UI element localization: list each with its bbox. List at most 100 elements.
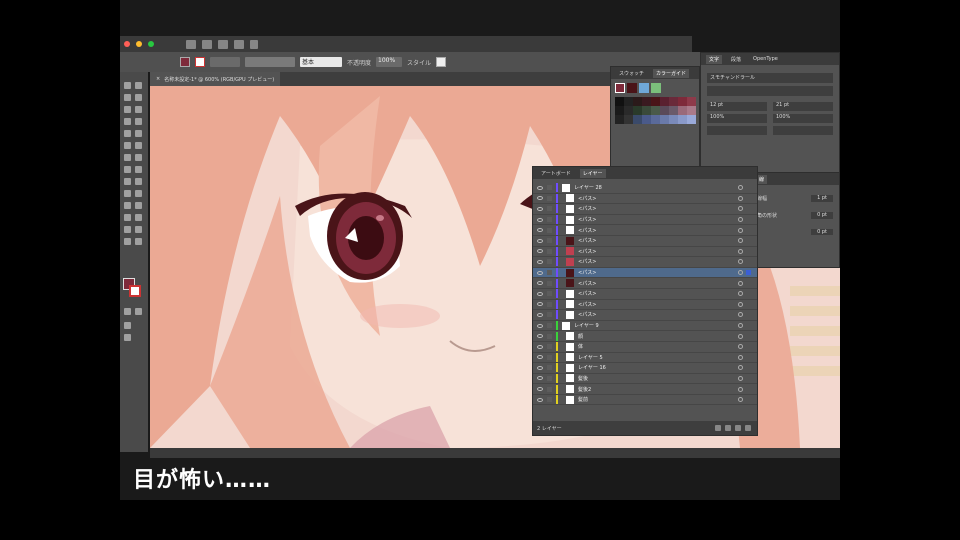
selection-tool-icon[interactable] xyxy=(124,82,131,89)
lock-toggle-icon[interactable] xyxy=(547,333,552,339)
rectangle-tool-icon[interactable] xyxy=(124,130,131,137)
lock-toggle-icon[interactable] xyxy=(547,386,552,392)
blend-tool-icon[interactable] xyxy=(135,202,142,209)
visibility-eye-icon[interactable] xyxy=(537,185,543,190)
font-family-field[interactable]: スモチャンドラール xyxy=(707,73,833,83)
arrange-docs-icon[interactable] xyxy=(218,39,228,49)
layer-row[interactable]: <パス> xyxy=(533,236,757,247)
lock-toggle-icon[interactable] xyxy=(547,301,552,307)
minimize-window-icon[interactable] xyxy=(136,41,142,47)
visibility-eye-icon[interactable] xyxy=(537,259,543,264)
lock-toggle-icon[interactable] xyxy=(547,365,552,371)
layer-row[interactable]: 髪前 xyxy=(533,395,757,406)
target-circle-icon[interactable] xyxy=(738,248,743,254)
layer-row[interactable]: 体 xyxy=(533,342,757,353)
perspective-tool-icon[interactable] xyxy=(135,178,142,185)
lock-toggle-icon[interactable] xyxy=(547,291,552,297)
lock-toggle-icon[interactable] xyxy=(547,227,552,233)
miter-value[interactable]: 0 pt xyxy=(811,229,833,235)
font-style-field[interactable] xyxy=(707,86,833,96)
tab-layers[interactable]: レイヤー xyxy=(579,168,606,178)
screen-mode-icon[interactable] xyxy=(124,334,131,341)
new-layer-icon[interactable] xyxy=(735,425,741,431)
layer-row[interactable]: <パス> xyxy=(533,299,757,311)
target-circle-icon[interactable] xyxy=(738,195,743,201)
horizontal-scale-field[interactable]: 100% xyxy=(707,114,767,123)
visibility-eye-icon[interactable] xyxy=(537,228,543,233)
target-circle-icon[interactable] xyxy=(738,386,743,392)
close-tab-icon[interactable]: × xyxy=(156,76,160,82)
target-circle-icon[interactable] xyxy=(738,301,743,307)
direct-selection-tool-icon[interactable] xyxy=(135,82,142,89)
tab-color-guide[interactable]: カラーガイド xyxy=(653,68,690,78)
visibility-eye-icon[interactable] xyxy=(537,291,543,296)
layer-row[interactable]: <パス> xyxy=(533,204,757,215)
magic-wand-tool-icon[interactable] xyxy=(124,94,131,101)
color-mode-icon[interactable] xyxy=(124,308,131,315)
corner-value[interactable]: 0 pt xyxy=(811,212,833,219)
target-circle-icon[interactable] xyxy=(738,227,743,233)
gpu-icon[interactable] xyxy=(234,39,244,49)
visibility-eye-icon[interactable] xyxy=(537,365,543,370)
stock-icon[interactable] xyxy=(202,39,212,49)
lock-toggle-icon[interactable] xyxy=(547,354,552,360)
lock-toggle-icon[interactable] xyxy=(547,323,552,329)
curvature-tool-icon[interactable] xyxy=(135,106,142,113)
visibility-eye-icon[interactable] xyxy=(537,217,543,222)
layer-row[interactable]: 髪後2 xyxy=(533,384,757,395)
pen-tool-icon[interactable] xyxy=(124,106,131,113)
layer-row[interactable]: <パス> xyxy=(533,289,757,300)
variable-width-field[interactable] xyxy=(245,57,295,67)
layer-row[interactable]: <パス> xyxy=(533,246,757,258)
stroke-swatch[interactable] xyxy=(129,285,141,297)
target-circle-icon[interactable] xyxy=(738,375,743,381)
visibility-eye-icon[interactable] xyxy=(537,397,543,402)
tab-artboards[interactable]: アートボード xyxy=(538,169,574,178)
harmony-colors[interactable] xyxy=(615,83,695,93)
kerning-field[interactable] xyxy=(773,126,833,135)
visibility-eye-icon[interactable] xyxy=(537,238,543,243)
visibility-eye-icon[interactable] xyxy=(537,206,543,211)
layer-row[interactable]: レイヤー 28 xyxy=(533,183,757,194)
target-circle-icon[interactable] xyxy=(738,312,743,318)
lock-toggle-icon[interactable] xyxy=(547,270,552,276)
tab-swatches[interactable]: スウォッチ xyxy=(616,69,647,78)
free-transform-tool-icon[interactable] xyxy=(135,166,142,173)
brush-definition-field[interactable]: 基本 xyxy=(300,57,342,67)
stroke-color-swatch[interactable] xyxy=(195,57,205,67)
stroke-weight-field[interactable] xyxy=(210,57,240,67)
fill-color-swatch[interactable] xyxy=(180,57,190,67)
close-window-icon[interactable] xyxy=(124,41,130,47)
layer-row[interactable]: レイヤー 5 xyxy=(533,352,757,364)
visibility-eye-icon[interactable] xyxy=(537,196,543,201)
eraser-tool-icon[interactable] xyxy=(135,142,142,149)
target-circle-icon[interactable] xyxy=(738,206,743,212)
lock-toggle-icon[interactable] xyxy=(547,397,552,403)
layer-row[interactable]: <パス> xyxy=(533,310,757,321)
opacity-field[interactable]: 100% xyxy=(376,57,403,67)
gradient-tool-icon[interactable] xyxy=(135,190,142,197)
lock-toggle-icon[interactable] xyxy=(547,375,552,381)
target-circle-icon[interactable] xyxy=(738,333,743,339)
paintbrush-tool-icon[interactable] xyxy=(135,130,142,137)
visibility-eye-icon[interactable] xyxy=(537,302,543,307)
pencil-tool-icon[interactable] xyxy=(124,142,131,149)
zoom-tool-icon[interactable] xyxy=(135,238,142,245)
hand-tool-icon[interactable] xyxy=(124,238,131,245)
visibility-eye-icon[interactable] xyxy=(537,270,543,275)
lock-toggle-icon[interactable] xyxy=(547,280,552,286)
artboard-tool-icon[interactable] xyxy=(124,226,131,233)
leading-field[interactable]: 21 pt xyxy=(773,102,833,111)
target-circle-icon[interactable] xyxy=(738,291,743,297)
lock-toggle-icon[interactable] xyxy=(547,344,552,350)
maximize-window-icon[interactable] xyxy=(148,41,154,47)
shape-builder-tool-icon[interactable] xyxy=(124,178,131,185)
layer-row[interactable]: レイヤー 16 xyxy=(533,363,757,374)
line-tool-icon[interactable] xyxy=(135,118,142,125)
lock-toggle-icon[interactable] xyxy=(547,206,552,212)
document-tab[interactable]: × 名称未設定-1* @ 600% (RGB/GPU プレビュー) xyxy=(150,72,281,86)
lock-toggle-icon[interactable] xyxy=(547,259,552,265)
layer-row[interactable]: <パス> xyxy=(533,193,757,205)
draw-mode-icon[interactable] xyxy=(124,322,131,329)
stroke-weight-value[interactable]: 1 pt xyxy=(811,195,833,202)
